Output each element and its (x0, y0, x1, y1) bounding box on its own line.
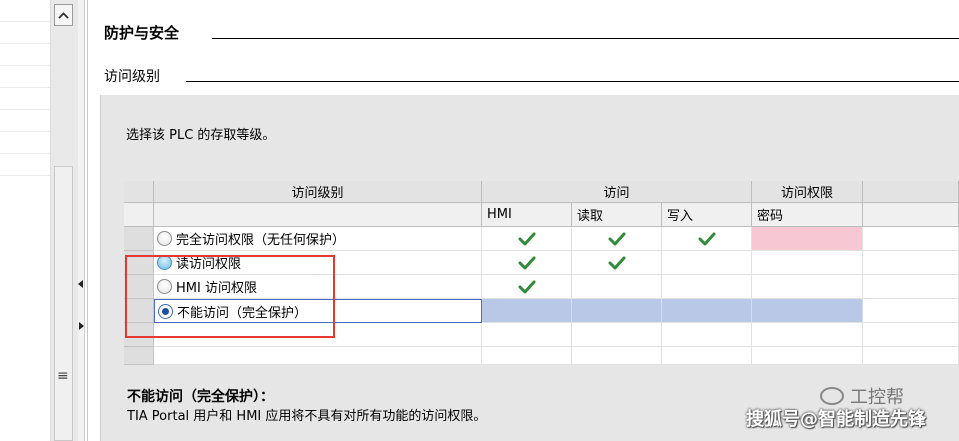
check-icon (698, 232, 716, 246)
chevron-up-icon (58, 11, 69, 19)
project-tree-strip (0, 0, 51, 441)
vertical-scrollbar[interactable]: ≡ (51, 0, 79, 441)
subheader-read: 读取 (572, 203, 662, 227)
watermark-credit: 搜狐号@智能制造先锋 (746, 409, 926, 430)
password-cell[interactable] (752, 227, 863, 251)
highlight-box (125, 255, 335, 338)
check-icon (518, 280, 536, 294)
scroll-thumb[interactable] (54, 166, 73, 441)
check-icon (518, 256, 536, 270)
description-title: 不能访问（完全保护）： (127, 389, 274, 405)
access-level-option[interactable]: 完全访问权限（无任何保护） (154, 227, 482, 251)
subsection-title: 访问级别 (104, 69, 160, 85)
section-title: 防护与安全 (104, 24, 180, 42)
header-permission: 访问权限 (752, 181, 863, 203)
check-icon (608, 232, 626, 246)
prompt-text: 选择该 PLC 的存取等级。 (126, 128, 276, 143)
radio-button[interactable] (157, 231, 172, 246)
scroll-up-button[interactable] (54, 4, 73, 26)
option-label: 完全访问权限（无任何保护） (176, 233, 346, 248)
panel-splitter[interactable] (78, 0, 85, 441)
subheader-password: 密码 (752, 203, 863, 227)
subheader-write: 写入 (662, 203, 752, 227)
description-text: TIA Portal 用户和 HMI 应用将不具有对所有功能的访问权限。 (127, 409, 487, 424)
check-icon (608, 256, 626, 270)
subheader-hmi: HMI (482, 203, 572, 227)
header-access-level: 访问级别 (154, 181, 482, 203)
expand-right-icon[interactable] (79, 322, 84, 330)
header-access: 访问 (482, 181, 752, 203)
wechat-icon (820, 387, 844, 405)
menu-icon[interactable]: ≡ (57, 368, 69, 384)
collapse-left-icon[interactable] (78, 280, 83, 288)
check-icon (518, 232, 536, 246)
